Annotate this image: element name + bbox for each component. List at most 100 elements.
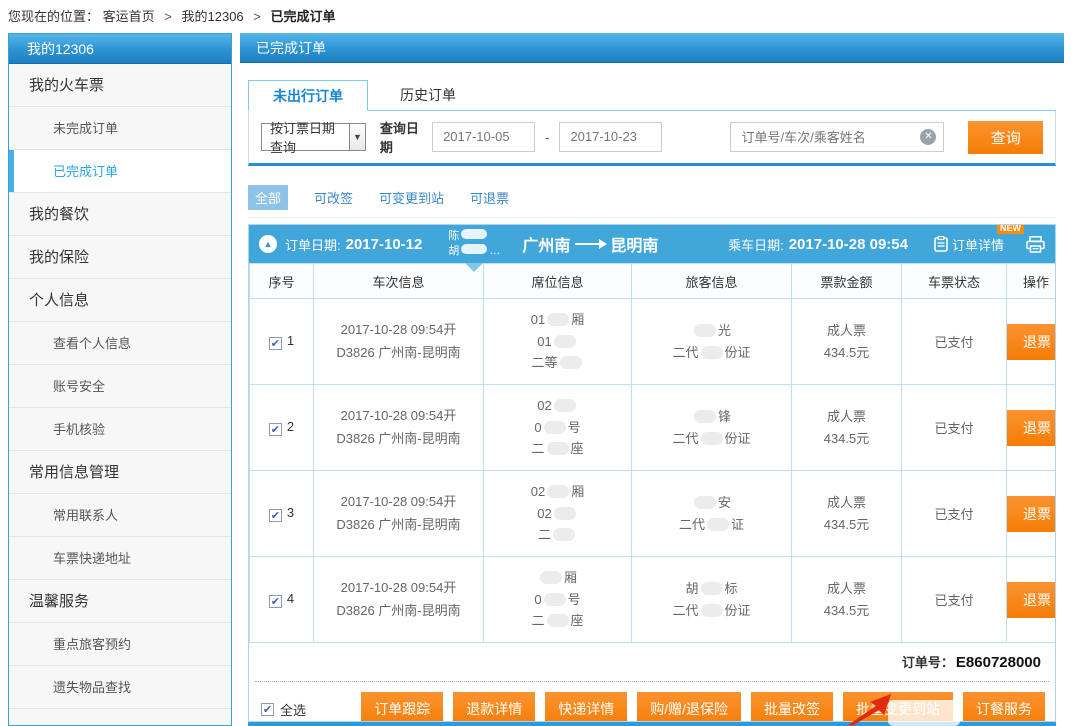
redaction-blur xyxy=(701,432,723,445)
blur-smudge xyxy=(888,700,960,726)
passenger-name: 光 xyxy=(632,320,791,341)
sidebar-item-common-info-mgmt[interactable]: 常用信息管理 xyxy=(9,451,231,494)
order-tracking-button[interactable]: 订单跟踪 xyxy=(361,692,443,722)
col-header-ticket-status: 车票状态 xyxy=(902,264,1007,299)
sidebar-item-completed-orders[interactable]: 已完成订单 xyxy=(9,150,231,193)
passenger-name: 安 xyxy=(632,492,791,513)
breadcrumb-link-home[interactable]: 客运首页 xyxy=(103,9,155,24)
redaction-blur xyxy=(547,485,569,498)
sidebar-item-personal-info[interactable]: 个人信息 xyxy=(9,279,231,322)
tab-history-orders[interactable]: 历史订单 xyxy=(368,80,488,110)
keyword-search-wrap: ✕ xyxy=(730,122,944,152)
collapse-icon[interactable]: ▲ xyxy=(259,235,277,253)
select-all-checkbox[interactable] xyxy=(261,703,274,716)
seat-number: 01 xyxy=(484,331,631,352)
breadcrumb: 您现在的位置： 客运首页 > 我的12306 > 已完成订单 xyxy=(8,6,336,25)
fare-type: 成人票 xyxy=(792,492,901,513)
sidebar-item-key-passenger-reservation[interactable]: 重点旅客预约 xyxy=(9,623,231,666)
chevron-down-icon[interactable]: ▼ xyxy=(349,124,365,150)
order-details-label: 订单详情 xyxy=(952,235,1004,254)
order-date-value: 2017-10-12 xyxy=(346,236,423,253)
table-row: 4 2017-10-28 09:54开D3826 广州南-昆明南 厢0号二座 胡… xyxy=(250,557,1057,643)
select-all-label: 全选 xyxy=(280,700,306,719)
divider xyxy=(248,217,1056,218)
fare-amount: 434.5元 xyxy=(792,428,901,449)
train-route: D3826 广州南-昆明南 xyxy=(314,514,483,536)
keyword-input[interactable] xyxy=(730,122,944,152)
redaction-blur xyxy=(461,244,487,254)
date-range-separator: - xyxy=(545,130,549,145)
filter-refundable[interactable]: 可退票 xyxy=(470,188,509,207)
sidebar-item-my-train-tickets[interactable]: 我的火车票 xyxy=(9,64,231,107)
passenger-name-masked: 陈 xyxy=(448,230,489,242)
insurance-button[interactable]: 购/赠/退保险 xyxy=(637,692,741,722)
filter-station-changeable[interactable]: 可变更到站 xyxy=(379,188,444,207)
col-header-seat-info: 席位信息 xyxy=(484,264,632,299)
order-details-link[interactable]: 订单详情 NEW xyxy=(934,235,1004,254)
seat-number: 0号 xyxy=(484,417,631,438)
seat-carriage: 01厢 xyxy=(484,309,631,330)
order-tabs: 未出行订单 历史订单 xyxy=(248,80,1056,111)
col-header-train-info: 车次信息 xyxy=(314,264,484,299)
refund-button[interactable]: 退票 xyxy=(1007,410,1056,446)
row-checkbox[interactable] xyxy=(269,337,282,350)
row-checkbox[interactable] xyxy=(269,423,282,436)
seat-class: 二 xyxy=(484,524,631,545)
redaction-blur xyxy=(701,582,723,595)
fare-amount: 434.5元 xyxy=(792,600,901,621)
sidebar-item-unfinished-orders[interactable]: 未完成订单 xyxy=(9,107,231,150)
delivery-details-button[interactable]: 快递详情 xyxy=(545,692,627,722)
refund-button[interactable]: 退票 xyxy=(1007,582,1056,618)
sidebar-item-warm-services[interactable]: 温馨服务 xyxy=(9,580,231,623)
redaction-blur xyxy=(701,604,723,617)
search-button[interactable]: 查询 xyxy=(968,121,1043,154)
sidebar-item-view-personal-info[interactable]: 查看个人信息 xyxy=(9,322,231,365)
query-type-select[interactable]: 按订票日期查询 ▼ xyxy=(261,123,366,151)
seat-class: 二座 xyxy=(484,610,631,631)
sidebar-item-my-insurance[interactable]: 我的保险 xyxy=(9,236,231,279)
sidebar-item-frequent-contacts[interactable]: 常用联系人 xyxy=(9,494,231,537)
ride-date: 乘车日期: 2017-10-28 09:54 xyxy=(720,235,908,254)
row-checkbox[interactable] xyxy=(269,595,282,608)
sidebar-item-phone-verification[interactable]: 手机核验 xyxy=(9,408,231,451)
seat-carriage: 02厢 xyxy=(484,481,631,502)
passenger-id-type: 二代证 xyxy=(632,514,791,535)
col-header-seq: 序号 xyxy=(250,264,314,299)
sidebar-item-lost-item-search[interactable]: 遗失物品查找 xyxy=(9,666,231,709)
order-block: ▲ 订单日期: 2017-10-12 陈 胡… 广州南 昆明南 乘车日期: 20… xyxy=(248,224,1056,722)
passenger-id-type: 二代份证 xyxy=(632,600,791,621)
fare-amount: 434.5元 xyxy=(792,342,901,363)
breadcrumb-link-my12306[interactable]: 我的12306 xyxy=(182,9,244,24)
fare-type: 成人票 xyxy=(792,406,901,427)
row-checkbox[interactable] xyxy=(269,509,282,522)
train-time: 2017-10-28 09:54开 xyxy=(314,577,483,599)
refund-button[interactable]: 退票 xyxy=(1007,324,1056,360)
sidebar-item-ticket-delivery-address[interactable]: 车票快递地址 xyxy=(9,537,231,580)
col-header-actions: 操作 xyxy=(1007,264,1057,299)
sidebar-item-my-dining[interactable]: 我的餐饮 xyxy=(9,193,231,236)
seat-number: 0号 xyxy=(484,589,631,610)
route-from: 广州南 xyxy=(522,232,570,256)
refund-details-button[interactable]: 退款详情 xyxy=(453,692,535,722)
seat-class: 二座 xyxy=(484,438,631,459)
filter-all[interactable]: 全部 xyxy=(248,185,288,210)
print-icon[interactable] xyxy=(1026,236,1045,253)
clipboard-icon xyxy=(934,236,948,252)
tab-upcoming-orders[interactable]: 未出行订单 xyxy=(248,80,368,111)
refund-button[interactable]: 退票 xyxy=(1007,496,1056,532)
batch-change-button[interactable]: 批量改签 xyxy=(751,692,833,722)
date-from-input[interactable]: 2017-10-05 xyxy=(432,122,535,152)
sidebar-item-account-security[interactable]: 账号安全 xyxy=(9,365,231,408)
train-time: 2017-10-28 09:54开 xyxy=(314,491,483,513)
ticket-status: 已支付 xyxy=(934,507,973,522)
filter-changeable[interactable]: 可改签 xyxy=(314,188,353,207)
passenger-name: 胡标 xyxy=(632,578,791,599)
date-to-input[interactable]: 2017-10-23 xyxy=(559,122,662,152)
seat-carriage: 厢 xyxy=(484,567,631,588)
meal-service-button[interactable]: 订餐服务 xyxy=(963,692,1045,722)
redaction-blur xyxy=(694,496,716,509)
redaction-blur xyxy=(694,324,716,337)
passenger-id-type: 二代份证 xyxy=(632,342,791,363)
order-date-label: 订单日期: xyxy=(285,235,341,254)
select-all[interactable]: 全选 xyxy=(261,700,306,719)
